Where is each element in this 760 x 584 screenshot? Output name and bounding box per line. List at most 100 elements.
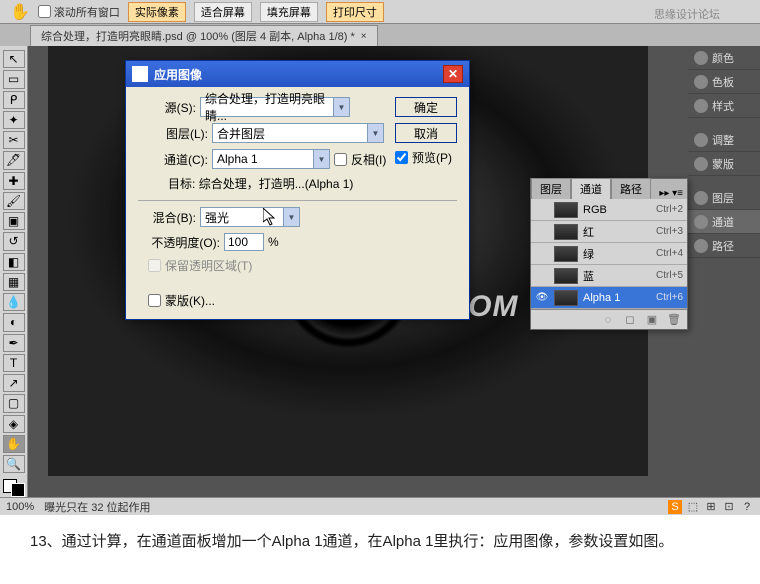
dodge-tool[interactable]: ◐	[3, 313, 25, 331]
layer-label: 图层(L):	[150, 125, 208, 142]
dialog-titlebar[interactable]: 应用图像 ✕	[126, 61, 469, 87]
channel-rgb[interactable]: RGBCtrl+2	[531, 199, 687, 221]
styles-icon	[694, 99, 708, 113]
color-swatches[interactable]	[3, 479, 25, 497]
ok-button[interactable]: 确定	[395, 97, 457, 117]
document-tab[interactable]: 综合处理，打造明亮眼睛.psd @ 100% (图层 4 副本, Alpha 1…	[30, 25, 378, 46]
channel-thumb	[554, 224, 578, 240]
channels-icon	[694, 215, 708, 229]
print-size-button[interactable]: 打印尺寸	[326, 2, 384, 22]
scroll-all-windows[interactable]: 滚动所有窗口	[38, 4, 120, 20]
status-bar: 100% 曝光只在 32 位起作用 S ⬚ ⊞ ⊡ ?	[0, 497, 760, 515]
save-selection-icon[interactable]: ◻	[623, 313, 637, 327]
dropdown-arrow-icon	[333, 98, 349, 116]
shape-tool[interactable]: ▢	[3, 394, 25, 412]
marquee-tool[interactable]: ▭	[3, 70, 25, 88]
hand-tool-icon: ✋	[10, 2, 30, 22]
panel-paths[interactable]: 路径	[688, 234, 760, 258]
dialog-icon	[132, 66, 148, 82]
opacity-input[interactable]	[224, 233, 264, 251]
blend-select[interactable]: 强光	[200, 207, 300, 227]
zoom-tool[interactable]: 🔍	[3, 455, 25, 473]
brush-tool[interactable]: 🖌	[3, 192, 25, 210]
cancel-button[interactable]: 取消	[395, 123, 457, 143]
move-tool[interactable]: ↖	[3, 50, 25, 68]
new-channel-icon[interactable]: ▣	[645, 313, 659, 327]
layer-select[interactable]: 合并图层	[212, 123, 384, 143]
dialog-title: 应用图像	[154, 66, 202, 83]
visibility-icon[interactable]: 👁	[535, 291, 549, 305]
pen-tool[interactable]: ✒	[3, 334, 25, 352]
panel-channels[interactable]: 通道	[688, 210, 760, 234]
3d-tool[interactable]: ◈	[3, 415, 25, 433]
magic-wand-tool[interactable]: ✦	[3, 111, 25, 129]
layers-icon	[694, 191, 708, 205]
swatches-icon	[694, 75, 708, 89]
document-tabs: 综合处理，打造明亮眼睛.psd @ 100% (图层 4 副本, Alpha 1…	[0, 24, 760, 46]
fill-screen-button[interactable]: 填充屏幕	[260, 2, 318, 22]
dropdown-arrow-icon	[283, 208, 299, 226]
panel-adjustments[interactable]: 调整	[688, 128, 760, 152]
photoshop-window: ✋ 滚动所有窗口 实际像素 适合屏幕 填充屏幕 打印尺寸 思缘设计论坛 综合处理…	[0, 0, 760, 515]
dropdown-arrow-icon	[313, 150, 329, 168]
gradient-tool[interactable]: ▦	[3, 273, 25, 291]
panel-layers[interactable]: 图层	[688, 186, 760, 210]
visibility-icon[interactable]	[535, 225, 549, 239]
preserve-transparency-checkbox: 保留透明区域(T)	[148, 257, 457, 274]
zoom-level[interactable]: 100%	[6, 501, 34, 513]
tab-channels[interactable]: 通道	[571, 178, 611, 199]
channels-panel: 图层 通道 路径 ▸▸ ▾≡ RGBCtrl+2 红Ctrl+3 绿Ctrl+4…	[530, 178, 688, 330]
fit-screen-button[interactable]: 适合屏幕	[194, 2, 252, 22]
mask-checkbox[interactable]: 蒙版(K)...	[148, 292, 457, 309]
visibility-icon[interactable]	[535, 247, 549, 261]
visibility-icon[interactable]	[535, 269, 549, 283]
status-icon-1[interactable]: S	[668, 500, 682, 514]
apply-image-dialog: 应用图像 ✕ 确定 取消 预览(P) 源(S): 综合处理，打造明亮眼睛... …	[125, 60, 470, 320]
load-selection-icon[interactable]: ◌	[601, 313, 615, 327]
status-icon-3[interactable]: ⊞	[704, 500, 718, 514]
panel-masks[interactable]: 蒙版	[688, 152, 760, 176]
tab-layers[interactable]: 图层	[531, 178, 571, 199]
tutorial-caption: 13、通过计算，在通道面板增加一个Alpha 1通道，在Alpha 1里执行：应…	[0, 515, 760, 569]
channel-red[interactable]: 红Ctrl+3	[531, 221, 687, 243]
invert-checkbox[interactable]: 反相(I)	[334, 151, 386, 168]
crop-tool[interactable]: ✂	[3, 131, 25, 149]
hand-tool[interactable]: ✋	[3, 435, 25, 453]
close-tab-icon[interactable]: ×	[361, 31, 367, 42]
visibility-icon[interactable]	[535, 203, 549, 217]
channel-label: 通道(C):	[150, 151, 208, 168]
lasso-tool[interactable]: ᑭ	[3, 91, 25, 109]
channel-thumb	[554, 246, 578, 262]
panel-tabs: 图层 通道 路径 ▸▸ ▾≡	[531, 179, 687, 199]
status-icon-2[interactable]: ⬚	[686, 500, 700, 514]
blur-tool[interactable]: 💧	[3, 293, 25, 311]
panel-menu-icon[interactable]: ▸▸ ▾≡	[655, 188, 687, 199]
delete-channel-icon[interactable]: 🗑	[667, 313, 681, 327]
panel-swatches[interactable]: 色板	[688, 70, 760, 94]
type-tool[interactable]: T	[3, 354, 25, 372]
background-color[interactable]	[11, 483, 25, 497]
source-select[interactable]: 综合处理，打造明亮眼睛...	[200, 97, 350, 117]
channel-green[interactable]: 绿Ctrl+4	[531, 243, 687, 265]
panel-styles[interactable]: 样式	[688, 94, 760, 118]
eraser-tool[interactable]: ◧	[3, 253, 25, 271]
adjustments-icon	[694, 133, 708, 147]
tab-paths[interactable]: 路径	[611, 178, 651, 199]
eyedropper-tool[interactable]: 🖋	[3, 151, 25, 169]
history-brush-tool[interactable]: ↺	[3, 232, 25, 250]
dialog-close-button[interactable]: ✕	[443, 65, 463, 83]
channel-alpha1[interactable]: 👁Alpha 1Ctrl+6	[531, 287, 687, 309]
panel-color[interactable]: 颜色	[688, 46, 760, 70]
channel-blue[interactable]: 蓝Ctrl+5	[531, 265, 687, 287]
stamp-tool[interactable]: ▣	[3, 212, 25, 230]
healing-tool[interactable]: ✚	[3, 172, 25, 190]
preview-checkbox[interactable]: 预览(P)	[395, 149, 457, 166]
status-icon-4[interactable]: ⊡	[722, 500, 736, 514]
status-icon-5[interactable]: ?	[740, 500, 754, 514]
channel-select[interactable]: Alpha 1	[212, 149, 330, 169]
actual-pixels-button[interactable]: 实际像素	[128, 2, 186, 22]
right-panel-dock: 颜色 色板 样式 调整 蒙版 图层 通道 路径	[688, 46, 760, 497]
scroll-all-checkbox[interactable]	[38, 5, 51, 18]
path-tool[interactable]: ↗	[3, 374, 25, 392]
target-label: 目标:	[168, 177, 195, 191]
